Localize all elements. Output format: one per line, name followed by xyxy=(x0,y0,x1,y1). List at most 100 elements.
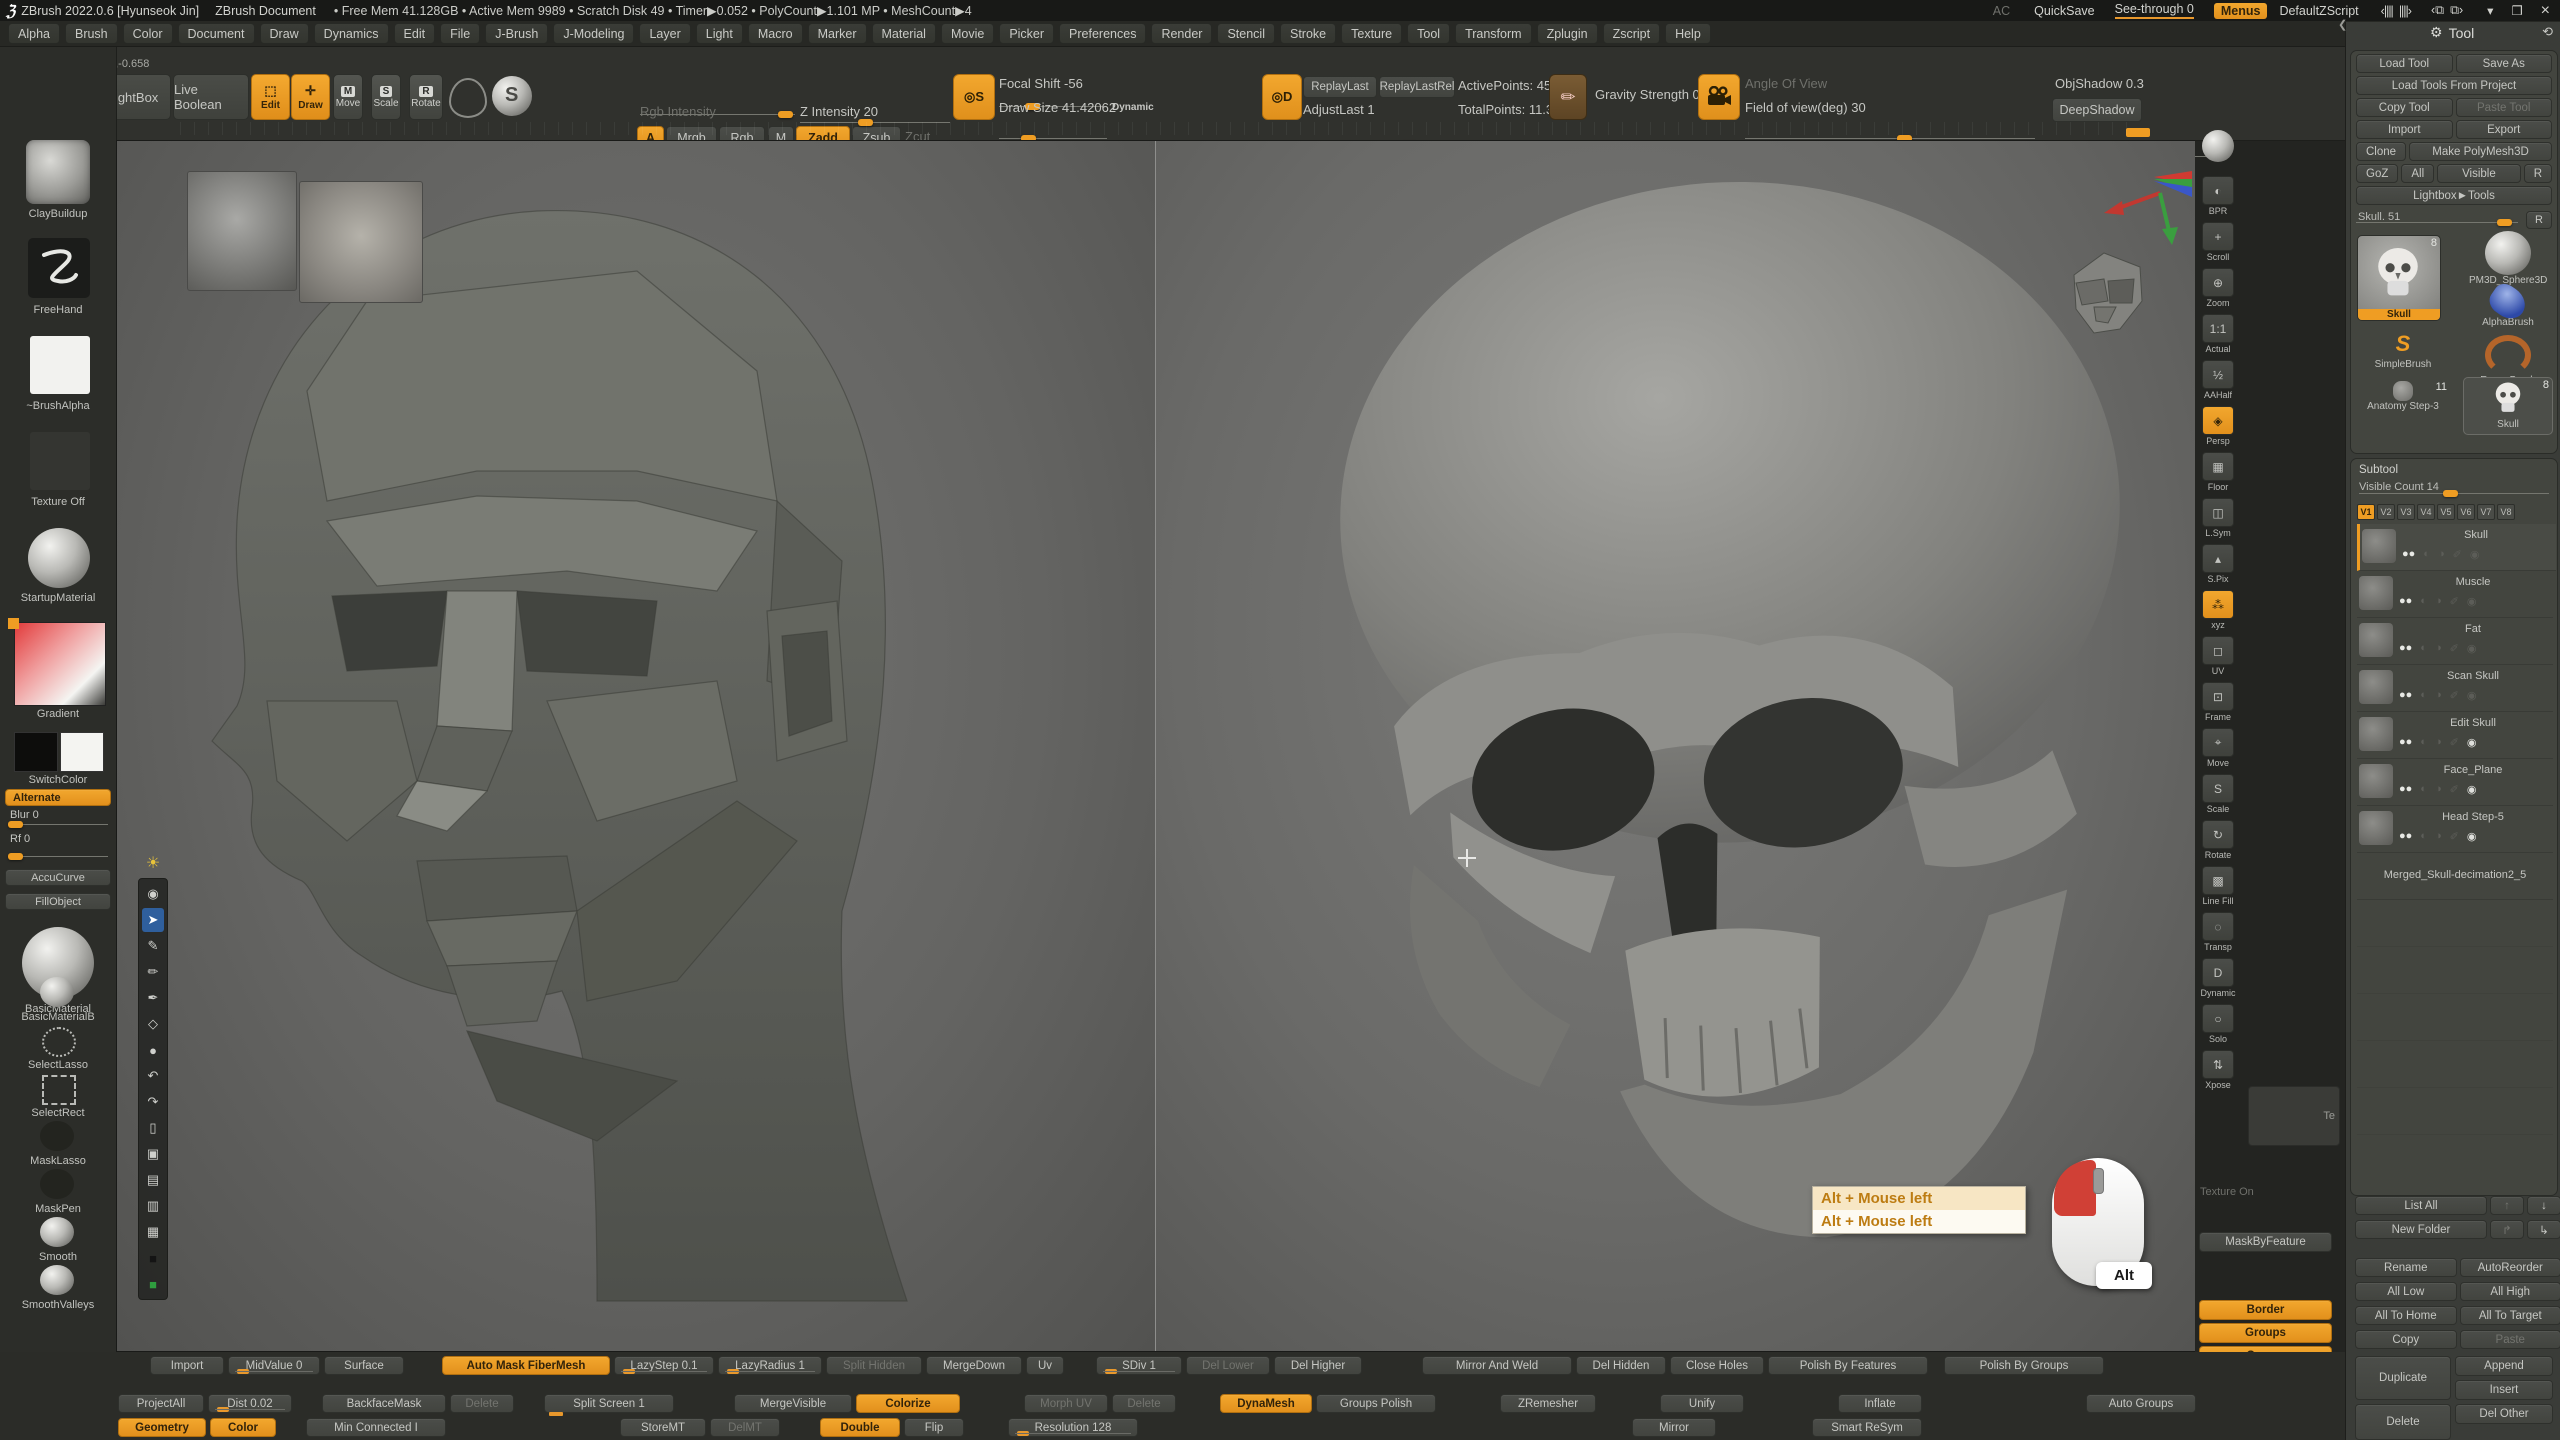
masklasso-thumb[interactable] xyxy=(40,1121,74,1151)
strip-persp[interactable]: ◈Persp xyxy=(2198,406,2238,446)
shelf-split-screen-1[interactable]: Split Screen 1 xyxy=(544,1394,674,1413)
shelf-dist-0-02[interactable]: Dist 0.02 xyxy=(208,1394,292,1413)
draw-size-dynamic-icon[interactable]: ◎S xyxy=(953,74,995,120)
tool-button-load-tools-from-project[interactable]: Load Tools From Project xyxy=(2356,76,2552,95)
camera-icon[interactable] xyxy=(1698,74,1740,120)
shelf-uv[interactable]: Uv xyxy=(1026,1356,1064,1375)
tool-button-import[interactable]: Import xyxy=(2356,120,2453,139)
sidebar-item-smoothvalleys[interactable]: SmoothValleys xyxy=(0,1299,116,1311)
selectlasso-thumb[interactable] xyxy=(42,1027,76,1057)
shelf-mergedown[interactable]: MergeDown xyxy=(926,1356,1022,1375)
divider-left-icon[interactable]: ‹|||| xyxy=(2381,4,2393,18)
tool-bottom-list-all[interactable]: List All xyxy=(2355,1196,2487,1215)
menu-tool[interactable]: Tool xyxy=(1407,23,1450,44)
tool-button-paste-tool[interactable]: Paste Tool xyxy=(2456,98,2553,117)
subtool-row-skull[interactable]: ●●◐◑✐◉Skull xyxy=(2357,524,2556,571)
stroke-thumb[interactable] xyxy=(28,238,90,298)
fillobject-button[interactable]: FillObject xyxy=(5,893,111,910)
tool-bottom-autoreorder[interactable]: AutoReorder xyxy=(2460,1258,2560,1277)
menu-brush[interactable]: Brush xyxy=(65,23,118,44)
insert-button[interactable]: Insert xyxy=(2455,1380,2553,1400)
trash-icon[interactable]: ▯ xyxy=(142,1116,164,1140)
strip-scale[interactable]: SScale xyxy=(2198,774,2238,814)
subtool-row-muscle[interactable]: ●●◐◑✐◉Muscle xyxy=(2357,571,2553,618)
tool-bottom--[interactable]: ↱ xyxy=(2490,1220,2524,1239)
visible-count-slider[interactable] xyxy=(2359,490,2549,498)
tool-button-lightbox-tools[interactable]: Lightbox►Tools xyxy=(2356,186,2552,205)
minimize-button[interactable]: ▾ xyxy=(2487,3,2493,18)
alternate-button[interactable]: Alternate xyxy=(5,789,111,806)
menus-toggle[interactable]: Menus xyxy=(2214,3,2268,19)
tool-button-copy-tool[interactable]: Copy Tool xyxy=(2356,98,2453,117)
inventory-item-simplebrush[interactable]: S SimpleBrush xyxy=(2357,331,2449,370)
smooth-thumb[interactable] xyxy=(40,1217,74,1247)
menu-dynamics[interactable]: Dynamics xyxy=(314,23,389,44)
menu-layer[interactable]: Layer xyxy=(639,23,690,44)
edit-mode-button[interactable]: ⬚ Edit xyxy=(251,74,290,120)
subtool-tab-v7[interactable]: V7 xyxy=(2477,504,2495,520)
strip-material-sphere-icon[interactable] xyxy=(2198,130,2238,162)
del-other-button[interactable]: Del Other xyxy=(2455,1404,2553,1424)
material-name[interactable]: StartupMaterial xyxy=(0,592,116,604)
shelf-delete[interactable]: Delete xyxy=(450,1394,514,1413)
cursor-icon[interactable]: ➤ xyxy=(142,908,164,932)
strip-solo[interactable]: ○Solo xyxy=(2198,1004,2238,1044)
shelf-import[interactable]: Import xyxy=(150,1356,224,1375)
main-color-swatch[interactable] xyxy=(14,732,58,772)
sidebar-item-masklasso[interactable]: MaskLasso xyxy=(0,1155,116,1167)
menu-transform[interactable]: Transform xyxy=(1455,23,1532,44)
shelf-mirror-and-weld[interactable]: Mirror And Weld xyxy=(1422,1356,1572,1375)
shelf-groups-polish[interactable]: Groups Polish xyxy=(1316,1394,1436,1413)
tool-button-make-polymesh3d[interactable]: Make PolyMesh3D xyxy=(2409,142,2552,161)
shelf-polish-by-groups[interactable]: Polish By Groups xyxy=(1944,1356,2104,1375)
subtool-tab-v2[interactable]: V2 xyxy=(2377,504,2395,520)
replay-last-rel-button[interactable]: ReplayLastRel xyxy=(1379,76,1455,98)
strip-move[interactable]: ⌖Move xyxy=(2198,728,2238,768)
menu-edit[interactable]: Edit xyxy=(394,23,436,44)
tool-bottom--[interactable]: ↑ xyxy=(2490,1196,2524,1215)
tool-bottom-paste[interactable]: Paste xyxy=(2460,1330,2560,1349)
strip-bpr[interactable]: ◐BPR xyxy=(2198,176,2238,216)
tool-bottom--[interactable]: ↳ xyxy=(2527,1220,2560,1239)
shelf-flip[interactable]: Flip xyxy=(904,1418,964,1437)
pencil-icon[interactable]: ✎ xyxy=(142,934,164,958)
strip-xpose[interactable]: ⇅Xpose xyxy=(2198,1050,2238,1090)
shelf-geometry[interactable]: Geometry xyxy=(118,1418,206,1437)
duplicate-button[interactable]: Duplicate xyxy=(2355,1356,2451,1400)
switch-color-name[interactable]: SwitchColor xyxy=(0,774,116,786)
tool-button-r[interactable]: R xyxy=(2524,164,2552,183)
accucurve-button[interactable]: AccuCurve xyxy=(5,869,111,886)
tool-bottom-all-to-target[interactable]: All To Target xyxy=(2460,1306,2560,1325)
replay-dynamic-icon[interactable]: ◎D xyxy=(1262,74,1302,120)
tool-button-all[interactable]: All xyxy=(2401,164,2434,183)
divider-right-icon[interactable]: ||||› xyxy=(2399,4,2411,18)
refresh-icon[interactable]: ⟲ xyxy=(2542,24,2553,40)
subtool-row-head-step-5[interactable]: ●●◐◑✐◉Head Step-5 xyxy=(2357,806,2553,853)
quicksave-button[interactable]: QuickSave xyxy=(2034,4,2094,18)
shelf-close-holes[interactable]: Close Holes xyxy=(1670,1356,1764,1375)
menu-file[interactable]: File xyxy=(440,23,480,44)
arrange-windows2-icon[interactable]: ⧉› xyxy=(2450,3,2463,18)
maskpen-thumb[interactable] xyxy=(40,1169,74,1199)
replay-last-button[interactable]: ReplayLast xyxy=(1303,76,1377,98)
basicmaterialb-thumb[interactable] xyxy=(40,977,74,1007)
strip-line-fill[interactable]: ▩Line Fill xyxy=(2198,866,2238,906)
tool-bottom-all-high[interactable]: All High xyxy=(2460,1282,2560,1301)
subtool-row-merged-skull-decimation2-5[interactable]: Merged_Skull-decimation2_5 xyxy=(2357,853,2553,900)
redo-icon[interactable]: ↷ xyxy=(142,1090,164,1114)
strip-l-sym[interactable]: ◫L.Sym xyxy=(2198,498,2238,538)
shelf-delmt[interactable]: DelMT xyxy=(710,1418,780,1437)
shelf-lazystep-0-1[interactable]: LazyStep 0.1 xyxy=(614,1356,714,1375)
menu-j-brush[interactable]: J-Brush xyxy=(485,23,548,44)
shelf-del-hidden[interactable]: Del Hidden xyxy=(1576,1356,1666,1375)
document-canvas[interactable] xyxy=(116,140,2195,1352)
subtool-tab-v4[interactable]: V4 xyxy=(2417,504,2435,520)
tool-button-visible[interactable]: Visible xyxy=(2437,164,2521,183)
collapse-arrow-icon[interactable]: ❮ xyxy=(2338,18,2347,31)
shelf-lazyradius-1[interactable]: LazyRadius 1 xyxy=(718,1356,822,1375)
tool-bottom-new-folder[interactable]: New Folder xyxy=(2355,1220,2487,1239)
tool-button-goz[interactable]: GoZ xyxy=(2356,164,2398,183)
shelf-del-higher[interactable]: Del Higher xyxy=(1274,1356,1362,1375)
pen-icon[interactable]: ✏ xyxy=(142,960,164,984)
selectrect-thumb[interactable] xyxy=(42,1075,76,1105)
